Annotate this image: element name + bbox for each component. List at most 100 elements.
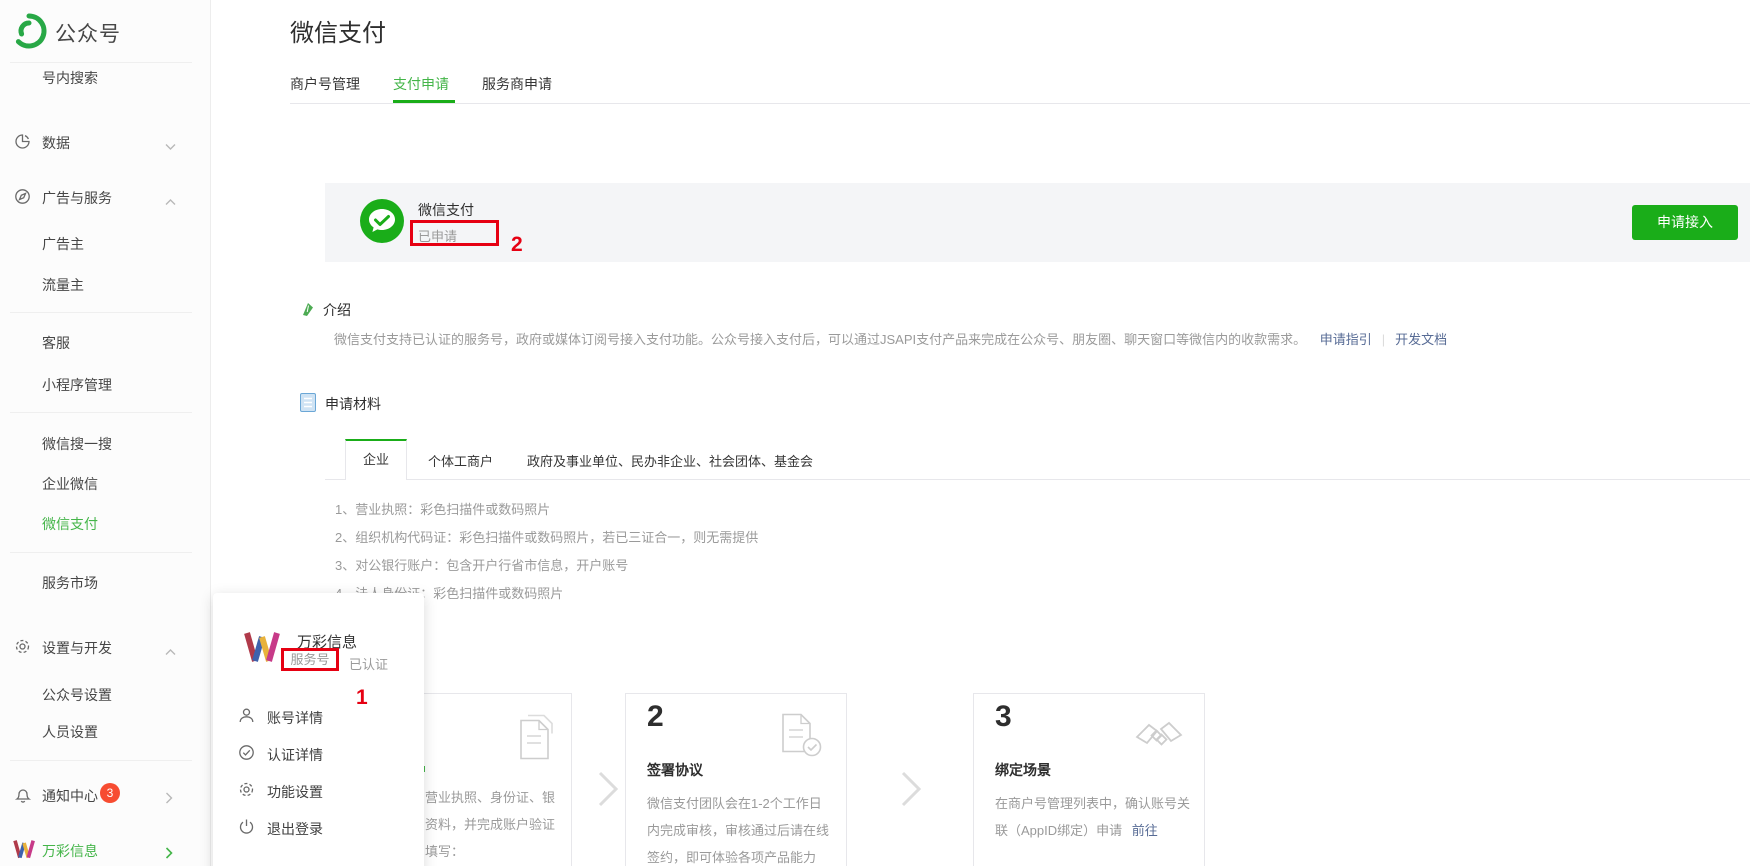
materials-heading-label: 申请材料 — [325, 394, 381, 414]
material-item-1: 1、营业执照：彩色扫描件或数码照片 — [335, 499, 550, 518]
divider — [10, 552, 192, 553]
w-logo-icon — [12, 836, 35, 864]
sidebar-item-wecom[interactable]: 企业微信 — [0, 472, 211, 494]
tab-payment-application[interactable]: 支付申请 — [393, 74, 449, 94]
materials-tab-individual[interactable]: 个体工商户 — [428, 451, 493, 470]
w-logo-icon — [242, 626, 280, 669]
sidebar-item-label: 服务市场 — [42, 573, 98, 593]
tab-service-provider[interactable]: 服务商申请 — [482, 74, 552, 94]
verified-status: 已认证 — [349, 654, 388, 673]
sidebar-item-service-market[interactable]: 服务市场 — [0, 571, 211, 593]
sidebar-item-label: 广告与服务 — [42, 188, 112, 208]
user-icon — [238, 707, 255, 727]
popup-menu-label: 认证详情 — [267, 745, 323, 765]
sidebar-item-label: 公众号设置 — [42, 685, 112, 705]
go-to-link[interactable]: 前往 — [1132, 823, 1158, 838]
power-icon — [238, 818, 255, 838]
sidebar-item-label: 微信搜一搜 — [42, 434, 112, 454]
mp-logo-text: 公众号 — [55, 18, 121, 48]
materials-section-heading: 申请材料 — [300, 393, 381, 415]
sidebar-item-ads-services[interactable]: 广告与服务 — [0, 186, 211, 208]
page-title: 微信支付 — [290, 13, 386, 48]
banner-product-name: 微信支付 — [418, 200, 474, 220]
divider — [10, 312, 192, 313]
step-description: 微信支付团队会在1-2个工作日内完成审核，审核通过后请在线签约，即可体验各项产品… — [647, 790, 833, 866]
sidebar-item-label: 号内搜索 — [42, 68, 98, 88]
tab-merchant-management[interactable]: 商户号管理 — [290, 74, 360, 94]
step-card-3: 3 绑定场景 在商户号管理列表中，确认账号关联（AppID绑定）申请 前往 — [973, 693, 1205, 866]
sidebar-item-settings-dev[interactable]: 设置与开发 — [0, 636, 211, 658]
sidebar-item-label: 流量主 — [42, 275, 84, 295]
sidebar-item-label: 小程序管理 — [42, 375, 112, 395]
sidebar-item-label: 微信支付 — [42, 514, 98, 534]
step-number: 2 — [647, 700, 664, 734]
sidebar-item-label: 广告主 — [42, 234, 84, 254]
sidebar-item-in-account-search[interactable]: 号内搜索 — [0, 66, 211, 88]
chevron-right-icon — [165, 791, 173, 807]
sidebar-item-label: 数据 — [42, 133, 70, 153]
step-number: 3 — [995, 700, 1012, 734]
step-title: 绑定场景 — [995, 760, 1051, 780]
check-circle-icon — [238, 744, 255, 764]
popup-menu-logout[interactable]: 退出登录 — [213, 816, 424, 842]
sidebar-item-notification-center[interactable]: 通知中心 3 — [0, 784, 211, 806]
documents-icon — [519, 714, 555, 763]
account-popup: 万彩信息 服务号 已认证 1 账号详情 认证详情 — [213, 593, 424, 866]
sidebar-item-wechat-search[interactable]: 微信搜一搜 — [0, 432, 211, 454]
chevron-right-separator-icon — [597, 770, 619, 811]
link-separator: | — [1382, 332, 1385, 347]
popup-menu-account-details[interactable]: 账号详情 — [213, 705, 424, 731]
sidebar-item-customer-service[interactable]: 客服 — [0, 331, 211, 353]
popup-menu-label: 退出登录 — [267, 819, 323, 839]
wechat-mp-admin-screen: 公众号 号内搜索 数据 广告 — [0, 0, 1758, 866]
annotation-box-status — [410, 220, 499, 246]
apply-access-button[interactable]: 申请接入 — [1632, 205, 1738, 240]
gear-icon — [14, 638, 31, 658]
sidebar-item-label: 设置与开发 — [42, 638, 112, 658]
dev-docs-link[interactable]: 开发文档 — [1395, 332, 1447, 347]
popup-menu-verification-details[interactable]: 认证详情 — [213, 742, 424, 768]
chevron-down-icon — [165, 138, 176, 154]
step-card-2: 2 签署协议 微信支付团队会在1-2个工作日内完成审核，审核通过后请在线签约，即… — [625, 693, 847, 866]
step-description: 在商户号管理列表中，确认账号关联（AppID绑定）申请 前往 — [995, 790, 1191, 844]
card1-text-fragment-3: 填写： — [425, 841, 464, 860]
sidebar-item-miniprogram[interactable]: 小程序管理 — [0, 373, 211, 395]
chevron-up-icon — [165, 643, 176, 659]
step-description-text: 在商户号管理列表中，确认账号关联（AppID绑定）申请 — [995, 796, 1190, 838]
sidebar-item-wechat-pay[interactable]: 微信支付 — [0, 512, 211, 534]
intro-heading-label: 介绍 — [323, 300, 351, 320]
card1-text-fragment-1: 营业执照、身份证、银 — [425, 787, 555, 806]
popup-menu-function-settings[interactable]: 功能设置 — [213, 779, 424, 805]
sidebar-item-label: 万彩信息 — [42, 841, 98, 861]
sidebar-item-advertiser[interactable]: 广告主 — [0, 232, 211, 254]
popup-menu-label: 账号详情 — [267, 708, 323, 728]
sidebar-item-account[interactable]: 万彩信息 — [0, 839, 211, 861]
intro-description-row: 微信支付支持已认证的服务号，政府或媒体订阅号接入支付功能。公众号接入支付后，可以… — [334, 329, 1447, 348]
wechat-mp-logo-icon — [10, 12, 48, 53]
account-type-with-annotation-box: 服务号 — [281, 648, 339, 671]
sidebar-item-staff-settings[interactable]: 人员设置 — [0, 720, 211, 742]
pen-icon — [300, 300, 317, 320]
divider — [10, 760, 192, 761]
divider — [290, 103, 1750, 104]
sidebar-item-label: 通知中心 — [42, 786, 98, 806]
materials-tab-enterprise[interactable]: 企业 — [345, 439, 407, 480]
apply-guide-link[interactable]: 申请指引 — [1320, 332, 1372, 347]
chevron-right-separator-icon — [900, 770, 922, 811]
pie-chart-icon — [14, 133, 31, 153]
chevron-up-icon — [165, 193, 176, 209]
document-check-icon — [781, 712, 823, 761]
sidebar-item-label: 客服 — [42, 333, 70, 353]
card1-text-fragment-2: 资料，并完成账户验证 — [425, 814, 555, 833]
sidebar-item-traffic[interactable]: 流量主 — [0, 273, 211, 295]
gear-icon — [238, 781, 255, 801]
step-title: 签署协议 — [647, 760, 703, 780]
sidebar-item-account-settings[interactable]: 公众号设置 — [0, 683, 211, 705]
wechat-pay-banner: 微信支付 已申请 2 申请接入 — [325, 183, 1750, 262]
material-item-2: 2、组织机构代码证：彩色扫描件或数码照片，若已三证合一，则无需提供 — [335, 527, 758, 546]
materials-tab-government[interactable]: 政府及事业单位、民办非企业、社会团体、基金会 — [527, 451, 813, 470]
sidebar-item-data[interactable]: 数据 — [0, 131, 211, 153]
mp-logo[interactable]: 公众号 — [10, 12, 121, 53]
compass-icon — [14, 188, 31, 208]
wechat-pay-icon — [360, 199, 404, 246]
